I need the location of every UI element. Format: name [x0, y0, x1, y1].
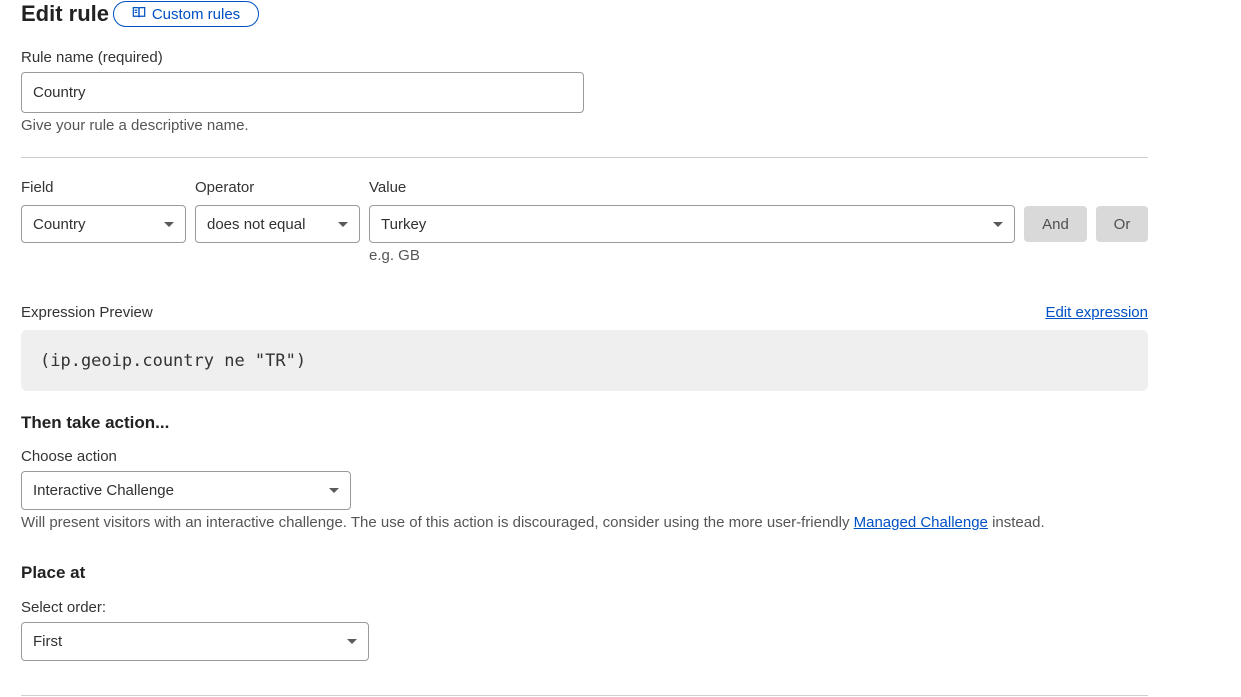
managed-challenge-link[interactable]: Managed Challenge: [854, 514, 988, 531]
place-at-heading: Place at: [21, 563, 86, 582]
action-select-value: Interactive Challenge: [33, 482, 174, 499]
expression-preview-label: Expression Preview: [21, 304, 153, 321]
expression-preview-box: (ip.geoip.country ne "TR"): [21, 330, 1148, 391]
and-button[interactable]: And: [1024, 206, 1087, 242]
or-button[interactable]: Or: [1096, 206, 1148, 242]
select-order-label: Select order:: [21, 599, 107, 616]
action-description-suffix: instead.: [987, 514, 1045, 531]
order-select[interactable]: First: [21, 622, 369, 661]
value-select[interactable]: Turkey: [369, 205, 1015, 243]
operator-select-value: does not equal: [207, 215, 306, 233]
operator-select[interactable]: does not equal: [195, 205, 360, 243]
rule-name-label: Rule name (required): [21, 49, 163, 66]
value-label: Value: [369, 179, 407, 196]
chevron-down-icon: [993, 221, 1003, 227]
custom-rules-doc-link[interactable]: Custom rules: [113, 1, 259, 27]
field-select[interactable]: Country: [21, 205, 186, 243]
custom-rules-label: Custom rules: [151, 5, 241, 23]
expression-code: (ip.geoip.country ne "TR"): [40, 350, 307, 371]
choose-action-label: Choose action: [21, 448, 117, 465]
field-label: Field: [21, 179, 54, 196]
field-select-value: Country: [33, 215, 86, 233]
action-description-text: Will present visitors with an interactiv…: [21, 514, 854, 531]
section-divider: [21, 157, 1148, 158]
chevron-down-icon: [164, 221, 174, 227]
rule-name-value: Country: [33, 84, 86, 101]
action-heading: Then take action...: [21, 413, 170, 432]
operator-label: Operator: [195, 179, 255, 196]
order-select-value: First: [33, 633, 63, 650]
action-description: Will present visitors with an interactiv…: [21, 514, 1045, 532]
chevron-down-icon: [338, 221, 348, 227]
value-select-value: Turkey: [381, 215, 427, 233]
edit-expression-link[interactable]: Edit expression: [1045, 304, 1148, 322]
action-select[interactable]: Interactive Challenge: [21, 471, 351, 510]
chevron-down-icon: [347, 639, 357, 644]
rule-name-input[interactable]: Country: [21, 72, 584, 113]
value-hint: e.g. GB: [369, 247, 420, 264]
rule-name-hint: Give your rule a descriptive name.: [21, 117, 249, 134]
page-title: Edit rule: [21, 1, 110, 26]
chevron-down-icon: [329, 488, 339, 493]
book-icon: [132, 5, 146, 23]
bottom-divider: [21, 695, 1148, 696]
